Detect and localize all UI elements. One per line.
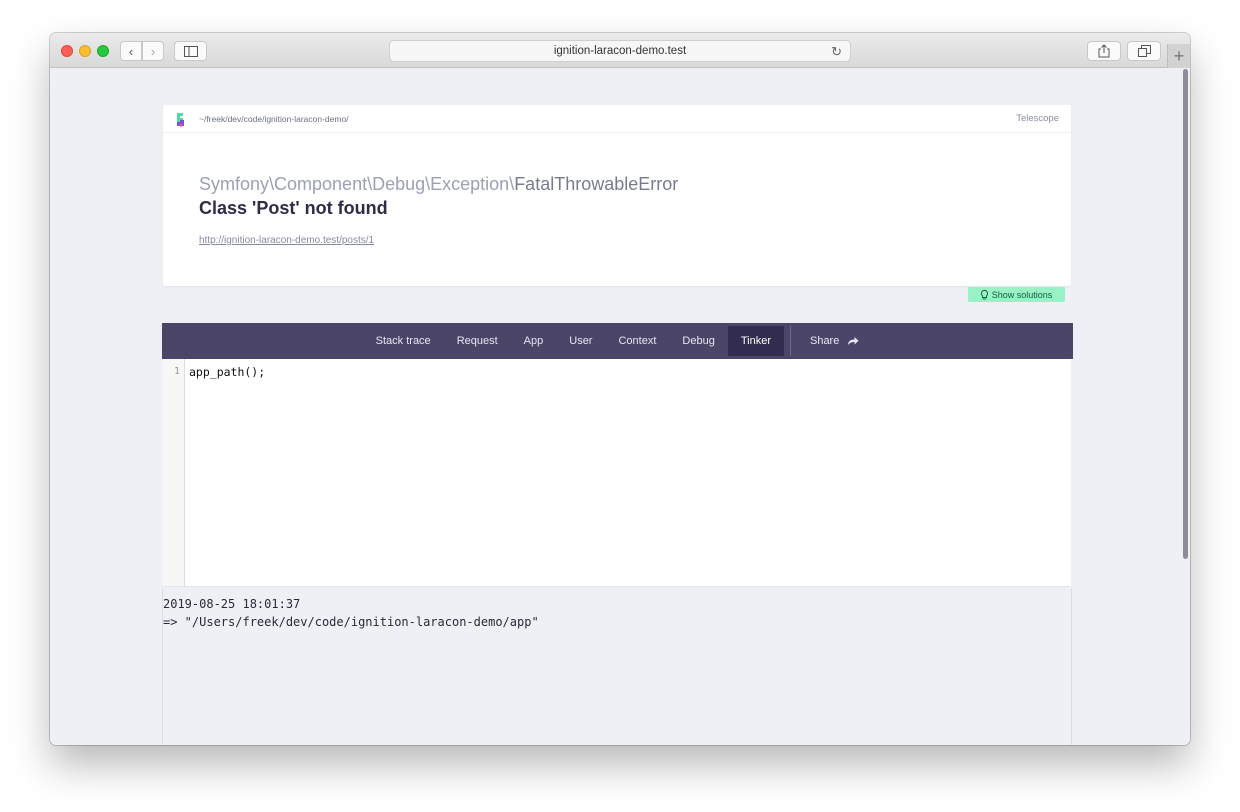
exception-namespace: Symfony\Component\Debug\Exception\ — [199, 174, 515, 194]
tab-debug[interactable]: Debug — [669, 326, 727, 356]
exception-message: Class 'Post' not found — [199, 198, 388, 218]
line-number: 1 — [173, 366, 180, 377]
output-border-right — [1071, 588, 1072, 745]
show-solutions-button[interactable]: Show solutions — [968, 287, 1065, 302]
code-input[interactable]: app_path(); — [185, 359, 269, 586]
tab-app[interactable]: App — [511, 326, 557, 356]
exception-class-name: FatalThrowableError — [514, 174, 679, 194]
ignition-logo-icon — [177, 113, 184, 127]
tab-bar: Stack trace Request App User Context Deb… — [162, 323, 1073, 359]
card-top-bar: ~/freek/dev/code/ignition-laracon-demo/ … — [163, 105, 1071, 133]
share-arrow-icon — [848, 337, 859, 345]
telescope-link[interactable]: Telescope — [1016, 113, 1059, 124]
tab-share[interactable]: Share — [797, 326, 872, 356]
tab-request[interactable]: Request — [444, 326, 511, 356]
tinker-editor[interactable]: 1 app_path(); — [163, 359, 1071, 587]
line-number-gutter: 1 — [163, 359, 185, 586]
tab-divider — [789, 326, 791, 356]
output-timestamp: 2019-08-25 18:01:37 — [163, 597, 301, 611]
lightbulb-icon — [980, 289, 988, 299]
tab-tinker[interactable]: Tinker — [727, 326, 784, 356]
page-viewport: ~/freek/dev/code/ignition-laracon-demo/ … — [50, 33, 1190, 745]
share-tab-label: Share — [809, 335, 840, 347]
tab-user[interactable]: User — [556, 326, 605, 356]
tab-context[interactable]: Context — [605, 326, 669, 356]
project-path: ~/freek/dev/code/ignition-laracon-demo/ — [199, 114, 349, 124]
show-solutions-label: Show solutions — [991, 289, 1053, 300]
exception-header-card: ~/freek/dev/code/ignition-laracon-demo/ … — [163, 105, 1071, 286]
tab-stack-trace[interactable]: Stack trace — [363, 326, 444, 356]
request-url-link[interactable]: http://ignition-laracon-demo.test/posts/… — [199, 235, 374, 246]
exception-class: Symfony\Component\Debug\Exception\FatalT… — [199, 174, 678, 195]
output-result: => "/Users/freek/dev/code/ignition-larac… — [163, 615, 539, 629]
tinker-output: 2019-08-25 18:01:37 => "/Users/freek/dev/… — [163, 595, 1071, 631]
